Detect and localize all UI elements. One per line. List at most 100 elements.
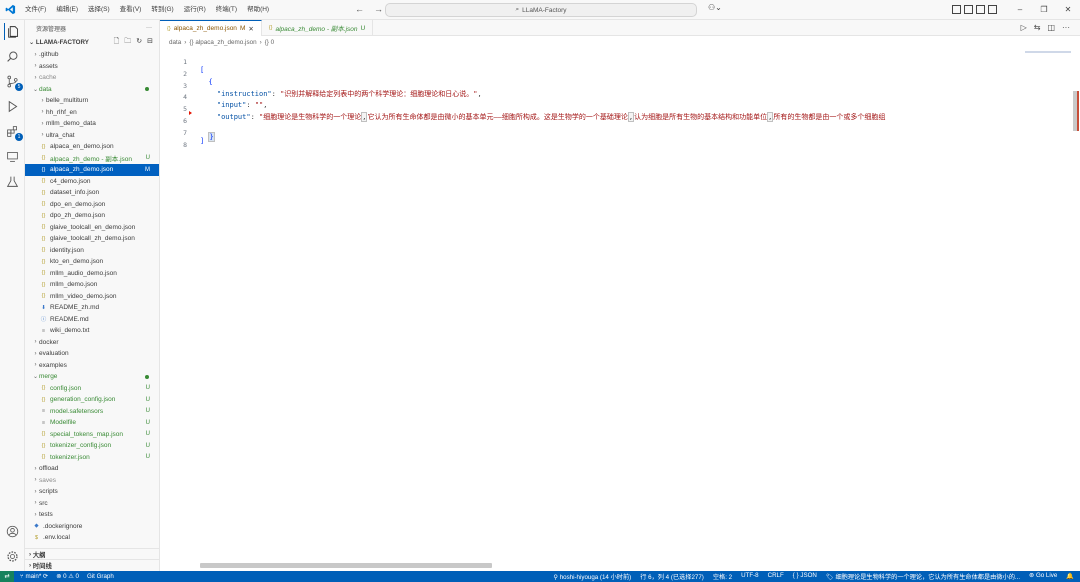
tree-folder[interactable]: › src bbox=[25, 498, 159, 510]
tree-folder[interactable]: › offload bbox=[25, 463, 159, 475]
run-icon[interactable]: ▷ bbox=[1021, 23, 1027, 32]
tree-file[interactable]: {} tokenizer_config.json U bbox=[25, 440, 159, 452]
code-editor[interactable]: 1 [ 2 { 3 "instruction": "识别并解释给定列表中的两个科… bbox=[160, 49, 1022, 149]
tree-folder[interactable]: › cache bbox=[25, 72, 159, 84]
problems-status[interactable]: ⊗ 0 ⚠ 0 bbox=[56, 573, 79, 580]
tree-file[interactable]: {} generation_config.json U bbox=[25, 394, 159, 406]
run-debug-icon[interactable] bbox=[4, 98, 21, 115]
tree-file[interactable]: {} alpaca_zh_demo - 副本.json U bbox=[25, 153, 159, 165]
breadcrumb-folder[interactable]: data bbox=[169, 39, 181, 46]
tree-file[interactable]: ◆ .dockerignore bbox=[25, 521, 159, 533]
tree-folder[interactable]: › mllm_demo_data bbox=[25, 118, 159, 130]
menu-file[interactable]: 文件(F) bbox=[20, 0, 51, 20]
tab-alpaca-zh-demo-copy[interactable]: {} alpaca_zh_demo - 副本.json U bbox=[262, 20, 374, 36]
copilot-icon[interactable]: ⚇⌄ bbox=[708, 3, 722, 12]
tree-file[interactable]: $ .env.local bbox=[25, 532, 159, 544]
horizontal-scrollbar[interactable] bbox=[200, 563, 492, 568]
tree-folder[interactable]: ⌄ merge bbox=[25, 371, 159, 383]
tree-file[interactable]: {} alpaca_zh_demo.json M bbox=[25, 164, 159, 176]
indentation-status[interactable]: 空格: 2 bbox=[713, 572, 732, 581]
tree-file[interactable]: ⓘ README.md bbox=[25, 314, 159, 326]
testing-flask-icon[interactable] bbox=[4, 173, 21, 190]
tree-folder[interactable]: › docker bbox=[25, 337, 159, 349]
settings-gear-icon[interactable] bbox=[4, 548, 21, 565]
tree-file[interactable]: ≡ Modelfile U bbox=[25, 417, 159, 429]
workspace-root[interactable]: ⌄ LLAMA-FACTORY 🗋 🗀 ↻ ⊟ bbox=[25, 36, 159, 49]
language-mode[interactable]: { } JSON bbox=[793, 572, 817, 581]
tree-file[interactable]: {} identity.json bbox=[25, 245, 159, 257]
tree-folder[interactable]: › evaluation bbox=[25, 348, 159, 360]
tree-folder[interactable]: › hh_rlhf_en bbox=[25, 107, 159, 119]
menu-edit[interactable]: 编辑(E) bbox=[51, 0, 83, 20]
menu-selection[interactable]: 选择(S) bbox=[83, 0, 115, 20]
tree-folder[interactable]: › assets bbox=[25, 61, 159, 73]
encoding-status[interactable]: UTF-8 bbox=[741, 572, 759, 581]
tree-file[interactable]: ≡ wiki_demo.txt bbox=[25, 325, 159, 337]
tree-file[interactable]: {} c4_demo.json bbox=[25, 176, 159, 188]
source-control-icon[interactable]: 5 bbox=[4, 73, 23, 91]
eol-status[interactable]: CRLF bbox=[768, 572, 784, 581]
tree-folder[interactable]: ⌄ data bbox=[25, 84, 159, 96]
tree-file[interactable]: ≡ model.safetensors U bbox=[25, 406, 159, 418]
vertical-scrollbar[interactable] bbox=[1072, 49, 1080, 559]
menu-terminal[interactable]: 终端(T) bbox=[211, 0, 242, 20]
split-editor-icon[interactable]: ◫ bbox=[1047, 23, 1055, 32]
tree-folder[interactable]: › scripts bbox=[25, 486, 159, 498]
timeline-section[interactable]: › 时间线 bbox=[25, 559, 159, 570]
minimap[interactable] bbox=[1022, 49, 1074, 559]
forward-arrow-icon[interactable]: → bbox=[374, 4, 383, 14]
collapse-all-icon[interactable]: ⊟ bbox=[147, 37, 153, 48]
new-folder-icon[interactable]: 🗀 bbox=[124, 37, 131, 48]
refresh-icon[interactable]: ↻ bbox=[136, 37, 142, 48]
toggle-panel-icon[interactable] bbox=[964, 5, 973, 14]
branch-status[interactable]: ⑂ main* ⟳ bbox=[20, 573, 48, 580]
toggle-secondary-sidebar-icon[interactable] bbox=[976, 5, 985, 14]
tree-file[interactable]: {} glaive_toolcall_en_demo.json bbox=[25, 222, 159, 234]
accounts-icon[interactable] bbox=[4, 523, 21, 540]
tree-file[interactable]: {} dataset_info.json bbox=[25, 187, 159, 199]
tree-file[interactable]: {} alpaca_en_demo.json bbox=[25, 141, 159, 153]
explorer-icon[interactable] bbox=[4, 23, 21, 40]
tree-file[interactable]: {} glaive_toolcall_zh_demo.json bbox=[25, 233, 159, 245]
tree-folder[interactable]: › .github bbox=[25, 49, 159, 61]
tree-file[interactable]: {} mllm_demo.json bbox=[25, 279, 159, 291]
tree-file[interactable]: {} special_tokens_map.json U bbox=[25, 429, 159, 441]
command-center-search[interactable]: ⌕ LLaMA-Factory bbox=[385, 3, 697, 17]
menu-run[interactable]: 运行(R) bbox=[179, 0, 211, 20]
tab-alpaca-zh-demo[interactable]: {} alpaca_zh_demo.json M ✕ bbox=[160, 20, 262, 36]
notifications-bell-icon[interactable]: 🔔 bbox=[1066, 572, 1074, 581]
tree-file[interactable]: {} dpo_zh_demo.json bbox=[25, 210, 159, 222]
cursor-position[interactable]: 行 6，列 4 (已选择277) bbox=[640, 572, 704, 581]
menu-go[interactable]: 转到(G) bbox=[146, 0, 178, 20]
restore-icon[interactable]: ❐ bbox=[1032, 0, 1056, 20]
outline-section[interactable]: › 大纲 bbox=[25, 548, 159, 559]
tree-folder[interactable]: › examples bbox=[25, 360, 159, 372]
tree-folder[interactable]: › belle_multiturn bbox=[25, 95, 159, 107]
tree-file[interactable]: {} tokenizer.json U bbox=[25, 452, 159, 464]
close-tab-icon[interactable]: ✕ bbox=[248, 25, 253, 33]
tree-folder[interactable]: › tests bbox=[25, 509, 159, 521]
tree-folder[interactable]: › saves bbox=[25, 475, 159, 487]
search-view-icon[interactable] bbox=[4, 48, 21, 65]
new-file-icon[interactable]: 🗋 bbox=[114, 37, 120, 48]
menu-view[interactable]: 查看(V) bbox=[115, 0, 147, 20]
back-arrow-icon[interactable]: ← bbox=[355, 4, 364, 14]
toggle-primary-sidebar-icon[interactable] bbox=[952, 5, 961, 14]
customize-layout-icon[interactable] bbox=[988, 5, 997, 14]
minimap-slider[interactable] bbox=[1025, 51, 1071, 53]
tree-file[interactable]: {} config.json U bbox=[25, 383, 159, 395]
scrollbar-thumb[interactable] bbox=[1073, 91, 1079, 131]
remote-indicator-icon[interactable]: ⇄ bbox=[0, 571, 14, 582]
tree-file[interactable]: {} mllm_audio_demo.json bbox=[25, 268, 159, 280]
breadcrumb-symbol[interactable]: {} 0 bbox=[265, 39, 274, 46]
tree-file[interactable]: {} dpo_en_demo.json bbox=[25, 199, 159, 211]
minimize-icon[interactable]: – bbox=[1008, 0, 1032, 20]
git-blame-status[interactable]: ⚲ hoshi-hiyouga (14 小时前) bbox=[553, 572, 631, 581]
tree-file[interactable]: {} mllm_video_demo.json bbox=[25, 291, 159, 303]
breadcrumb-file[interactable]: {} alpaca_zh_demo.json bbox=[189, 39, 256, 46]
tree-folder[interactable]: › ultra_chat bbox=[25, 130, 159, 142]
remote-explorer-icon[interactable] bbox=[4, 148, 21, 165]
tree-file[interactable]: ⬇ README_zh.md bbox=[25, 302, 159, 314]
extensions-icon[interactable]: 1 bbox=[4, 123, 23, 141]
git-graph-button[interactable]: Git Graph bbox=[87, 573, 114, 580]
